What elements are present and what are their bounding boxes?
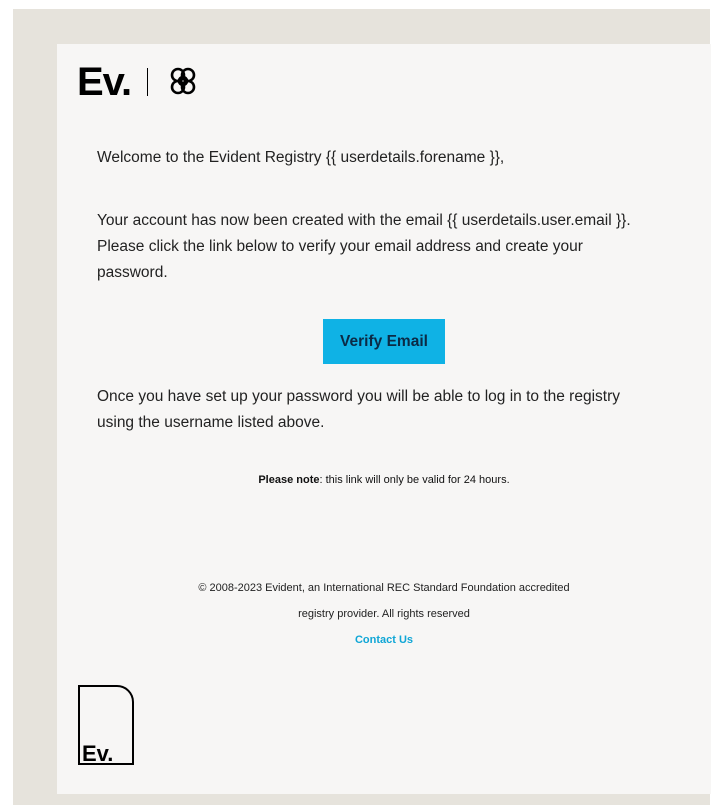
knot-logo-icon bbox=[170, 67, 196, 95]
account-created-text: Your account has now been created with t… bbox=[97, 212, 631, 281]
contact-us-link[interactable]: Contact Us bbox=[57, 627, 711, 653]
email-footer: © 2008-2023 Evident, an International RE… bbox=[57, 575, 711, 653]
note-text: : this link will only be valid for 24 ho… bbox=[319, 474, 510, 486]
email-card: Ev. Welcome to the Evident Registry {{ u… bbox=[57, 44, 711, 794]
validity-note: Please note: this link will only be vali… bbox=[57, 474, 711, 486]
brand-logo-text: Ev. bbox=[77, 60, 132, 104]
email-header: Ev. bbox=[77, 62, 200, 102]
header-divider bbox=[147, 68, 149, 96]
email-outer-frame: Ev. Welcome to the Evident Registry {{ u… bbox=[13, 9, 711, 805]
document-logo-text: Ev. bbox=[82, 741, 113, 766]
after-setup-text: Once you have set up your password you w… bbox=[97, 388, 620, 431]
note-label: Please note bbox=[258, 474, 320, 486]
greeting-text: Welcome to the Evident Registry {{ userd… bbox=[97, 149, 505, 166]
copyright-line-1: © 2008-2023 Evident, an International RE… bbox=[198, 582, 570, 594]
verify-email-button[interactable]: Verify Email bbox=[323, 319, 445, 364]
copyright-line-2: registry provider. All rights reserved bbox=[298, 608, 470, 620]
document-logo-icon: Ev. bbox=[78, 685, 134, 766]
